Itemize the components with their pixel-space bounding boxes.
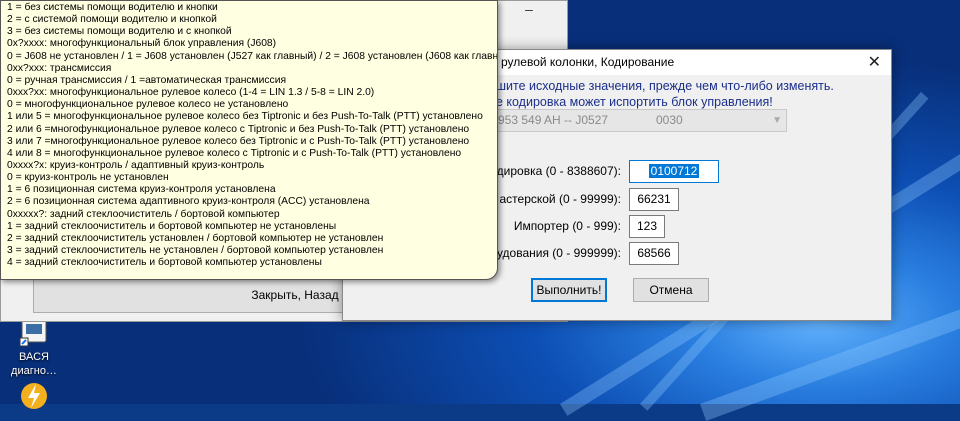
lightning-icon [18,380,50,410]
control-unit-select[interactable]: 953 549 AH -- J0527 0030 ▼ [489,109,787,132]
tooltip-line: 3 = без системы помощи водителю и с кноп… [7,26,232,38]
minimize-button[interactable]: – [499,1,559,21]
warning-text: ишите исходные значения, прежде чем что-… [489,79,834,93]
workshop-label: астерской (0 - 99999): [499,192,621,206]
tooltip-line: 1 = задний стеклоочиститель и бортовой к… [7,220,337,232]
workshop-input[interactable]: 66231 [629,188,679,211]
tooltip-line: 0xxxxx?: задний стеклоочиститель / борто… [7,208,280,220]
chevron-down-icon: ▼ [772,115,782,126]
tooltip-line: 2 = 6 позиционная система адаптивного кр… [7,196,370,208]
close-icon[interactable]: ✕ [868,52,881,72]
tooltip-line: 4 = задний стеклоочиститель и бортовой к… [7,257,322,269]
cancel-button[interactable]: Отмена [633,278,709,302]
equipment-label: удования (0 - 999999): [496,246,621,260]
tooltip-line: 0 = круиз-контроль не установлен [7,172,169,184]
importer-label: Импортер (0 - 999): [513,219,621,233]
desktop-icon-label: ВАСЯ [19,351,49,363]
tooltip-line: 0x?xxxx: многофункциональный блок управл… [7,38,277,50]
tooltip-line: 1 = без системы помощи водителю и кнопки [7,2,218,13]
coding-help-tooltip: 1 = без системы помощи водителю и кнопки… [0,0,498,280]
tooltip-line: 2 = задний стеклоочиститель установлен /… [7,232,384,244]
tooltip-line: 0 = J608 не установлен / 1 = J608 устано… [7,50,498,62]
desktop-icon-label: диагно… [11,365,57,377]
tooltip-line: 1 = 6 позиционная система круиз-контроля… [7,184,276,196]
tooltip-line: 3 или 7 =многофункциональное рулевое кол… [7,135,470,147]
equipment-input[interactable]: 68566 [629,242,679,265]
execute-button[interactable]: Выполнить! [531,278,607,302]
tooltip-line: 0 = ручная трансмиссия / 1 =автоматическ… [7,74,287,86]
app-icon [18,318,50,348]
desktop-icon-shortcut[interactable] [4,380,64,412]
tooltip-line: 2 = с системой помощи водителю и кнопкой [7,14,217,26]
warning-text: ое кодировка может испортить блок управл… [489,95,773,109]
tooltip-line: 0xxxx?x: круиз-контроль / адаптивный кру… [7,159,265,171]
select-value: 953 549 AH -- J0527 [498,113,609,127]
importer-input[interactable]: 123 [629,215,665,238]
coding-input[interactable]: 0100712 [629,160,719,183]
coding-label: дировка (0 - 8388607): [496,164,621,178]
tooltip-line: 0xxx?xx: многофункциональное рулевое кол… [7,87,375,99]
select-code: 0030 [656,113,683,127]
tooltip-line: 1 или 5 = многофункциональное рулевое ко… [7,111,483,123]
tooltip-line: 0xx?xxx: трансмиссия [7,62,112,74]
tooltip-line: 4 или 8 = многофункциональное рулевое ко… [7,147,462,159]
tooltip-line: 3 = задний стеклоочиститель не установле… [7,245,384,256]
desktop-icon-vasya[interactable]: ВАСЯ диагно… [4,318,64,378]
tooltip-line: 2 или 6 =многофункциональное рулевое кол… [7,123,470,135]
tooltip-line: 0 = многофункциональное рулевое колесо н… [7,99,289,111]
dialog-title: а рулевой колонки, Кодирование [491,55,675,69]
